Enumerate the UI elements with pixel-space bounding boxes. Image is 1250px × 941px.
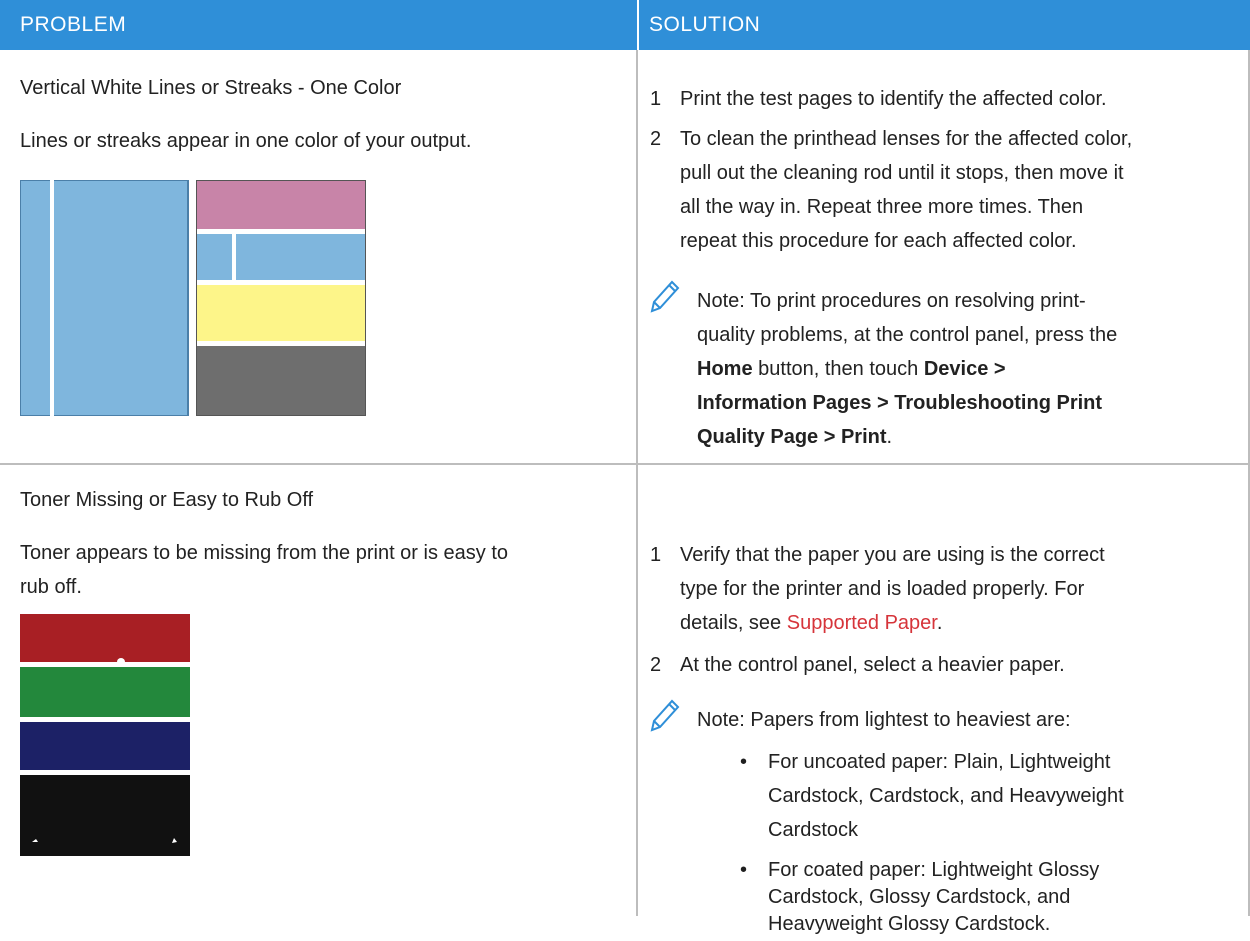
- row1-problem-description: Lines or streaks appear in one color of …: [20, 130, 472, 152]
- header-solution: SOLUTION: [637, 0, 1250, 50]
- supported-paper-link[interactable]: Supported Paper: [787, 612, 937, 634]
- step-number: 1: [650, 88, 662, 110]
- toner-sample-image: [20, 614, 190, 856]
- step-number: 1: [650, 544, 662, 566]
- row1-step2-line: To clean the printhead lenses for the af…: [680, 128, 1133, 150]
- row2-problem-title: Toner Missing or Easy to Rub Off: [20, 489, 314, 511]
- header-problem: PROBLEM: [0, 0, 637, 50]
- home-button-label: Home: [697, 358, 753, 380]
- bullet-dot: •: [740, 751, 748, 773]
- period: .: [936, 612, 943, 634]
- row1-note-path-end: Quality Page > Print: [697, 426, 887, 448]
- row-divider: [0, 463, 1250, 465]
- row1-note-line: Home button, then touch Device >: [697, 352, 1006, 386]
- row1-problem-title: Vertical White Lines or Streaks - One Co…: [20, 77, 402, 99]
- row1-note-path: Information Pages > Troubleshooting Prin…: [697, 392, 1103, 414]
- row1-note-line: quality problems, at the control panel, …: [697, 324, 1118, 346]
- device-menu-label: Device >: [923, 358, 1006, 380]
- row1-step1-text: Print the test pages to identify the aff…: [680, 88, 1107, 110]
- bullet-dot: •: [740, 859, 748, 881]
- step-number: 2: [650, 654, 662, 676]
- note-text: button, then touch: [752, 358, 924, 380]
- pencil-note-icon: [650, 280, 680, 313]
- step-text: details, see: [680, 612, 787, 634]
- row2-problem-description: Toner appears to be missing from the pri…: [20, 542, 509, 564]
- streaks-sample-image: [20, 180, 366, 416]
- row2-note: Note: Papers from lightest to heaviest a…: [697, 709, 1071, 731]
- row1-step2-line: all the way in. Repeat three more times.…: [680, 196, 1084, 218]
- row1-note-line: Note: To print procedures on resolving p…: [697, 290, 1086, 312]
- row2-step1-line: details, see Supported Paper.: [680, 606, 942, 640]
- column-divider: [636, 50, 638, 916]
- row1-step2-line: pull out the cleaning rod until it stops…: [680, 162, 1124, 184]
- note-period: .: [886, 426, 893, 448]
- pencil-note-icon: [650, 699, 680, 732]
- row2-step1-line: Verify that the paper you are using is t…: [680, 544, 1105, 566]
- row2-bullet1-line: Cardstock, Cardstock, and Heavyweight: [768, 785, 1124, 807]
- row2-bullet2-line: Heavyweight Glossy Cardstock.: [768, 913, 1051, 935]
- row2-bullet1-line: Cardstock: [768, 819, 859, 841]
- row2-step2-text: At the control panel, select a heavier p…: [680, 654, 1065, 676]
- row2-bullet1-line: For uncoated paper: Plain, Lightweight: [768, 751, 1111, 773]
- step-number: 2: [650, 128, 662, 150]
- row2-problem-description: rub off.: [20, 576, 82, 598]
- row1-note-line: Quality Page > Print.: [697, 420, 892, 454]
- row2-step1-line: type for the printer and is loaded prope…: [680, 578, 1085, 600]
- row1-step2-line: repeat this procedure for each affected …: [680, 230, 1077, 252]
